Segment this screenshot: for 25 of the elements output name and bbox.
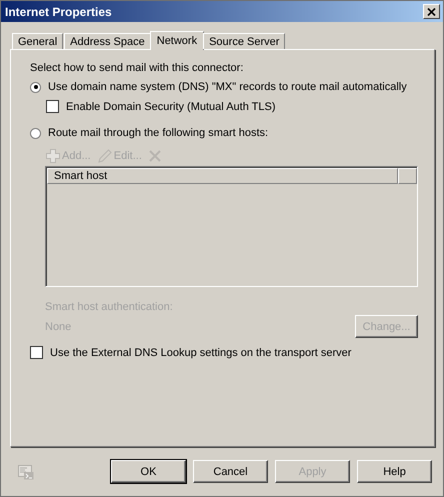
- dialog-button[interactable]: OK: [111, 460, 186, 483]
- column-header: [398, 168, 417, 184]
- radio-label: Use domain name system (DNS) "MX" records to route mail automatically: [48, 81, 407, 93]
- dialog-button[interactable]: Help: [357, 460, 432, 483]
- plus-icon: [45, 148, 61, 164]
- radio-label: Route mail through the following smart hosts:: [48, 127, 268, 139]
- dialog-button[interactable]: Cancel: [193, 460, 268, 483]
- radio-button[interactable]: [30, 82, 41, 92]
- pencil-icon: [96, 148, 113, 164]
- checkbox[interactable]: [30, 346, 43, 359]
- column-header[interactable]: Smart host: [47, 168, 398, 184]
- tab[interactable]: General: [12, 33, 64, 49]
- section-label: Select how to send mail with this connector:: [30, 62, 244, 74]
- checkbox-label: Use the External DNS Lookup settings on the transport server: [50, 346, 352, 358]
- checkbox[interactable]: [46, 100, 59, 113]
- smart-host-list[interactable]: Smart host: [45, 166, 418, 287]
- close-icon: [427, 8, 436, 16]
- window-title: Internet Properties: [5, 4, 112, 18]
- delete-icon: [148, 149, 162, 163]
- checkbox-label: Enable Domain Security (Mutual Auth TLS): [66, 100, 276, 112]
- tab[interactable]: Network: [150, 31, 204, 50]
- radio-button[interactable]: [30, 128, 41, 138]
- tab[interactable]: Source Server: [203, 33, 286, 49]
- close-button[interactable]: [423, 4, 440, 19]
- tab[interactable]: Address Space: [64, 33, 151, 49]
